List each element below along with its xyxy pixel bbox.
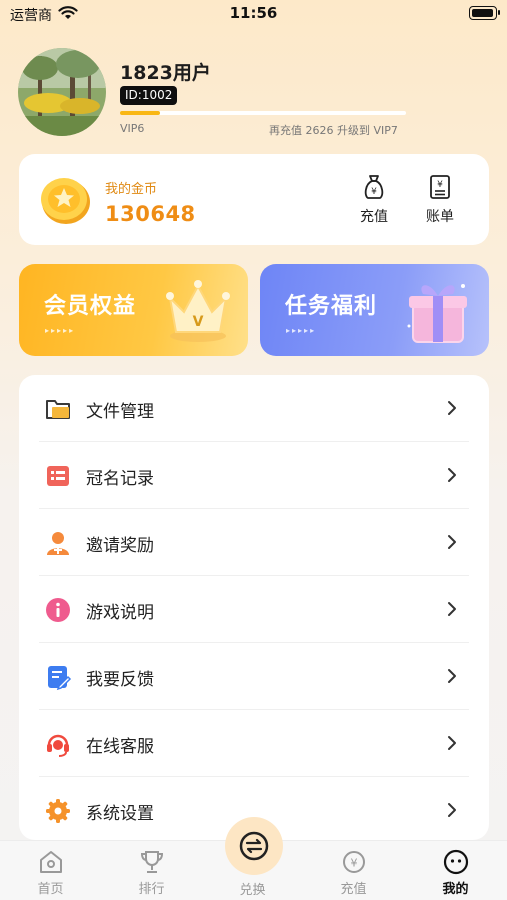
- chevron-right-icon: [448, 468, 456, 482]
- menu-label: 冠名记录: [86, 469, 154, 489]
- invite-user-icon: [47, 532, 69, 555]
- smile-face-icon: [443, 849, 468, 875]
- tab-label: 充值: [340, 882, 367, 897]
- member-benefits-title: 会员权益: [44, 294, 137, 319]
- menu-label: 游戏说明: [86, 603, 154, 623]
- username: 1823用户: [120, 62, 211, 84]
- tab-label: 首页: [37, 882, 64, 897]
- bill-icon: ¥: [430, 175, 450, 199]
- home-icon: [39, 851, 62, 873]
- bill-button[interactable]: ¥ 账单: [415, 174, 465, 226]
- bottom-tab-bar: 首页 排行 兑换 ¥ 充值 我的: [0, 817, 507, 900]
- bill-label: 账单: [426, 209, 454, 225]
- chevron-right-icon: [448, 602, 456, 616]
- chevron-right-icon: [448, 669, 456, 683]
- coins-card: 我的金币 130648 ¥ 充值 ¥ 账单: [19, 154, 489, 245]
- arrow-dots-icon: ▸▸▸▸▸: [45, 326, 76, 335]
- yen-recharge-icon: ¥: [342, 851, 365, 873]
- vip-current-level: VIP6: [120, 122, 145, 135]
- exchange-center-button[interactable]: [225, 817, 283, 875]
- feedback-edit-icon: [48, 666, 72, 691]
- menu-label: 系统设置: [86, 804, 154, 824]
- svg-text:¥: ¥: [350, 857, 357, 870]
- recharge-label: 充值: [360, 209, 388, 225]
- avatar[interactable]: [18, 48, 106, 136]
- member-benefits-banner[interactable]: 会员权益 ▸▸▸▸▸ V: [19, 264, 248, 356]
- vip-upgrade-hint: 再充值 2626 升级到 VIP7: [269, 124, 398, 137]
- trophy-icon: [140, 851, 163, 873]
- arrow-dots-icon: ▸▸▸▸▸: [286, 326, 317, 335]
- gold-coin-icon: [41, 178, 90, 224]
- menu-item-invite-rewards[interactable]: 邀请奖励: [39, 509, 469, 576]
- money-bag-icon: ¥: [364, 175, 384, 199]
- status-bar: 运营商 11:56: [0, 0, 507, 30]
- tab-label: 排行: [138, 882, 165, 897]
- chevron-right-icon: [448, 736, 456, 750]
- gift-box-icon: [407, 284, 467, 343]
- tab-recharge[interactable]: ¥ 充值: [303, 841, 404, 900]
- svg-text:¥: ¥: [371, 187, 377, 197]
- coins-label: 我的金币: [105, 182, 158, 197]
- tab-label: 兑换: [239, 883, 266, 898]
- gear-icon: [46, 799, 70, 823]
- chevron-right-icon: [448, 803, 456, 817]
- svg-text:V: V: [193, 314, 204, 330]
- folder-icon: [46, 400, 70, 419]
- exchange-icon: [239, 831, 269, 861]
- recharge-button[interactable]: ¥ 充值: [349, 174, 399, 226]
- vip-progress-bar: [120, 111, 406, 115]
- record-list-icon: [47, 466, 69, 486]
- menu-item-online-support[interactable]: 在线客服: [39, 710, 469, 777]
- crown-icon: V: [166, 280, 230, 342]
- tab-mine[interactable]: 我的: [405, 841, 506, 900]
- headset-icon: [47, 734, 69, 757]
- svg-text:¥: ¥: [437, 180, 443, 190]
- menu-label: 我要反馈: [86, 670, 154, 690]
- menu-item-naming-records[interactable]: 冠名记录: [39, 442, 469, 509]
- task-rewards-banner[interactable]: 任务福利 ▸▸▸▸▸: [260, 264, 489, 356]
- tab-label: 我的: [442, 882, 469, 897]
- menu-item-feedback[interactable]: 我要反馈: [39, 643, 469, 710]
- user-id-badge: ID:1002: [120, 86, 178, 105]
- menu-label: 文件管理: [86, 402, 154, 422]
- chevron-right-icon: [448, 535, 456, 549]
- info-icon: [46, 598, 70, 622]
- clock: 11:56: [229, 4, 278, 22]
- tab-home[interactable]: 首页: [0, 841, 101, 900]
- menu-item-file-management[interactable]: 文件管理: [39, 375, 469, 442]
- tab-ranking[interactable]: 排行: [101, 841, 202, 900]
- menu-list: 文件管理 冠名记录 邀请奖励 游戏说明 我要反馈 在线客服 系统设置: [19, 375, 489, 840]
- vip-progress-fill: [120, 111, 161, 115]
- coins-balance: 130648: [105, 202, 196, 226]
- chevron-right-icon: [448, 401, 456, 415]
- menu-label: 在线客服: [86, 737, 154, 757]
- task-rewards-title: 任务福利: [285, 294, 378, 319]
- menu-item-game-instructions[interactable]: 游戏说明: [39, 576, 469, 643]
- battery-icon: [469, 6, 500, 20]
- menu-label: 邀请奖励: [86, 536, 154, 556]
- profile-header: 1823用户 ID:1002 VIP6 再充值 2626 升级到 VIP7: [18, 48, 488, 138]
